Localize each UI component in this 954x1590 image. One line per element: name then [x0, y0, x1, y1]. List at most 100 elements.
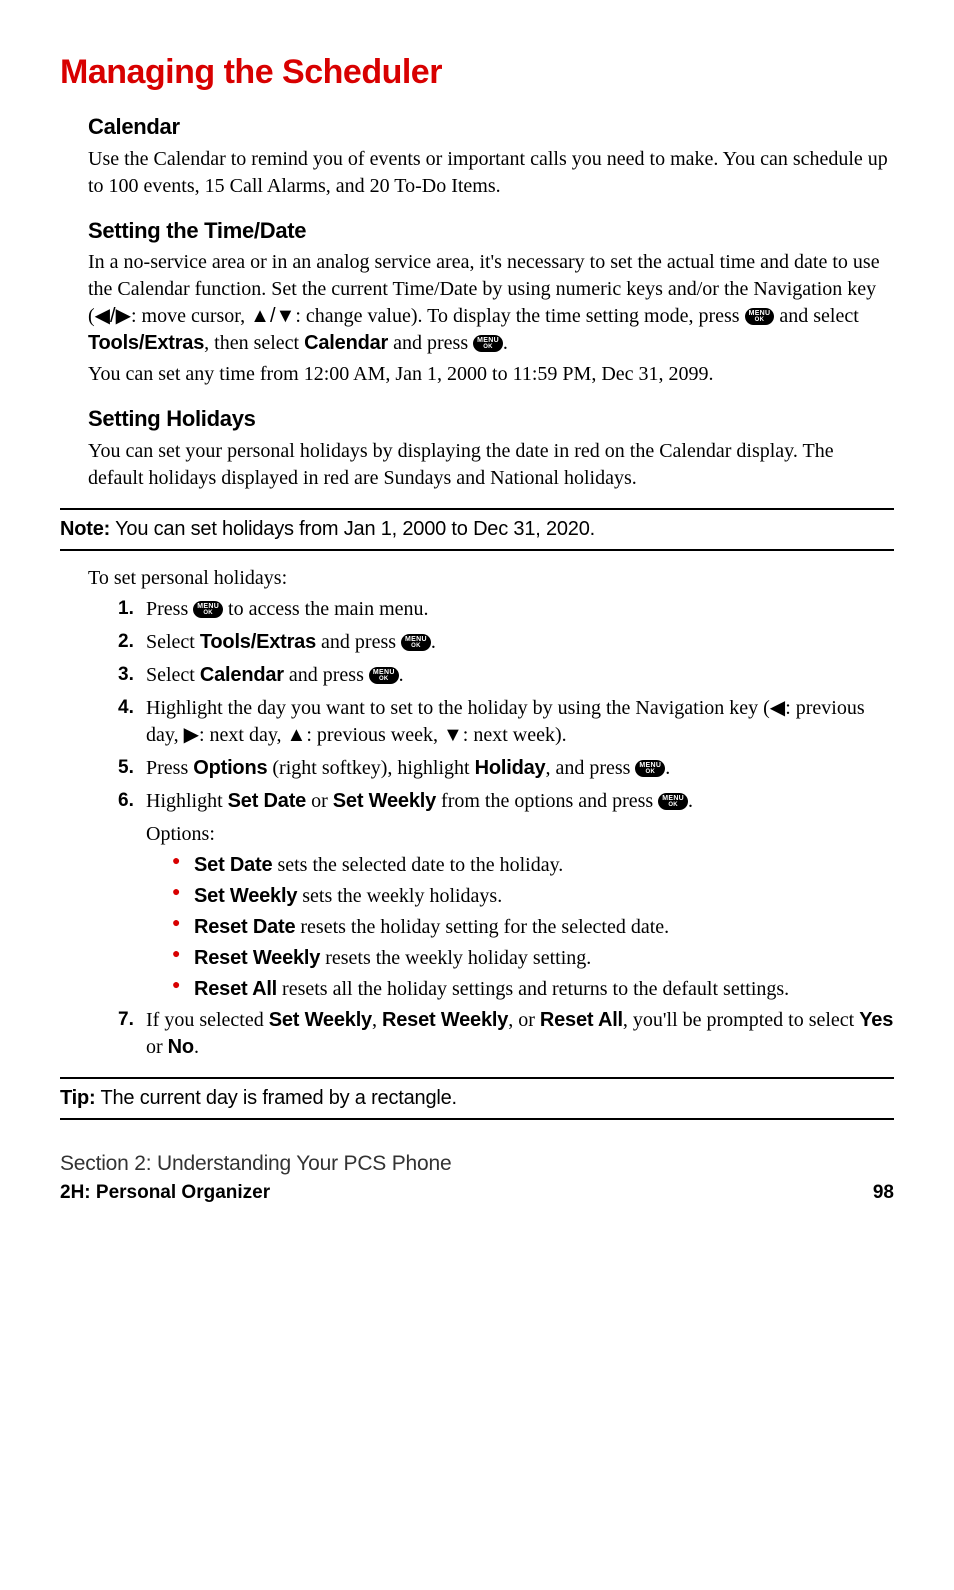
nav-down-icon: ▼	[443, 724, 463, 746]
options-heading: Options:	[146, 821, 894, 848]
text: .	[665, 757, 670, 779]
reset-weekly-label: Reset Weekly	[382, 1009, 508, 1031]
set-weekly-label: Set Weekly	[269, 1009, 372, 1031]
holiday-label: Holiday	[475, 757, 546, 779]
tip-box: Tip: The current day is framed by a rect…	[60, 1077, 894, 1120]
text: , or	[508, 1009, 540, 1031]
tip-text: The current day is framed by a rectangle…	[96, 1087, 457, 1109]
calendar-body: Use the Calendar to remind you of events…	[88, 146, 894, 200]
option-desc: sets the selected date to the holiday.	[272, 854, 563, 876]
nav-up-down-icon: ▲/▼	[250, 305, 295, 327]
text: .	[503, 332, 508, 354]
option-set-weekly: Set Weekly sets the weekly holidays.	[172, 883, 894, 910]
page-footer: Section 2: Understanding Your PCS Phone …	[60, 1150, 894, 1206]
text: .	[194, 1036, 199, 1058]
text: from the options and press	[436, 790, 658, 812]
text: Press	[146, 598, 193, 620]
text: and press	[388, 332, 473, 354]
text: .	[399, 664, 404, 686]
step-7: 7. If you selected Set Weekly, Reset Wee…	[118, 1007, 894, 1061]
menu-ok-key-icon: MENUOK	[193, 601, 223, 618]
nav-left-right-icon: ◀/▶	[95, 305, 131, 327]
text: , then select	[204, 332, 304, 354]
text: , and press	[545, 757, 635, 779]
menu-ok-key-icon: MENUOK	[369, 667, 399, 684]
calendar-heading: Calendar	[88, 112, 894, 142]
set-date-label: Set Date	[228, 790, 306, 812]
holidays-body: You can set your personal holidays by di…	[88, 438, 894, 492]
option-name: Set Date	[194, 854, 272, 876]
option-set-date: Set Date sets the selected date to the h…	[172, 852, 894, 879]
menu-ok-key-icon: MENUOK	[635, 760, 665, 777]
option-desc: resets the holiday setting for the selec…	[295, 916, 669, 938]
menu-ok-key-icon: MENUOK	[658, 793, 688, 810]
holidays-heading: Setting Holidays	[88, 404, 894, 434]
options-label: Options	[193, 757, 267, 779]
step-1: 1. Press MENUOK to access the main menu.	[118, 596, 894, 623]
calendar-label: Calendar	[304, 332, 388, 354]
option-desc: resets the weekly holiday setting.	[320, 947, 591, 969]
calendar-label: Calendar	[200, 664, 284, 686]
menu-ok-key-icon: MENUOK	[745, 308, 775, 325]
text: or	[146, 1036, 168, 1058]
note-text: You can set holidays from Jan 1, 2000 to…	[110, 518, 595, 540]
nav-up-icon: ▲	[287, 724, 307, 746]
step-2: 2. Select Tools/Extras and press MENUOK.	[118, 629, 894, 656]
no-label: No	[168, 1036, 194, 1058]
option-name: Reset Date	[194, 916, 295, 938]
text: : next day,	[199, 724, 287, 746]
text: (right softkey), highlight	[267, 757, 474, 779]
option-name: Set Weekly	[194, 885, 297, 907]
timedate-heading: Setting the Time/Date	[88, 216, 894, 246]
footer-section: Section 2: Understanding Your PCS Phone	[60, 1150, 894, 1178]
to-set-intro: To set personal holidays:	[88, 565, 894, 592]
step-3: 3. Select Calendar and press MENUOK.	[118, 662, 894, 689]
option-reset-date: Reset Date resets the holiday setting fo…	[172, 914, 894, 941]
option-reset-all: Reset All resets all the holiday setting…	[172, 976, 894, 1003]
reset-all-label: Reset All	[540, 1009, 623, 1031]
text: .	[431, 631, 436, 653]
step-5: 5. Press Options (right softkey), highli…	[118, 755, 894, 782]
nav-right-icon: ▶	[184, 724, 199, 746]
text: ,	[372, 1009, 382, 1031]
text: Select	[146, 631, 200, 653]
option-desc: sets the weekly holidays.	[297, 885, 502, 907]
note-label: Note:	[60, 518, 110, 540]
menu-ok-key-icon: MENUOK	[473, 335, 503, 352]
yes-label: Yes	[859, 1009, 893, 1031]
text: If you selected	[146, 1009, 269, 1031]
text: Highlight the day you want to set to the…	[146, 697, 770, 719]
tools-extras-label: Tools/Extras	[88, 332, 204, 354]
step-4: 4. Highlight the day you want to set to …	[118, 695, 894, 749]
text: Press	[146, 757, 193, 779]
nav-left-icon: ◀	[770, 697, 785, 719]
note-box: Note: You can set holidays from Jan 1, 2…	[60, 508, 894, 551]
option-name: Reset Weekly	[194, 947, 320, 969]
text: .	[688, 790, 693, 812]
text: or	[306, 790, 333, 812]
option-reset-weekly: Reset Weekly resets the weekly holiday s…	[172, 945, 894, 972]
page-title: Managing the Scheduler	[60, 50, 894, 96]
option-name: Reset All	[194, 978, 277, 1000]
text: : move cursor,	[131, 305, 250, 327]
text: : next week).	[463, 724, 567, 746]
page-number: 98	[873, 1180, 894, 1206]
text: and press	[284, 664, 369, 686]
text: to access the main menu.	[223, 598, 429, 620]
option-desc: resets all the holiday settings and retu…	[277, 978, 789, 1000]
text: : change value). To display the time set…	[295, 305, 744, 327]
footer-chapter: 2H: Personal Organizer	[60, 1180, 270, 1206]
tools-extras-label: Tools/Extras	[200, 631, 316, 653]
text: Select	[146, 664, 200, 686]
text: and select	[774, 305, 858, 327]
text: , you'll be prompted to select	[623, 1009, 859, 1031]
timedate-p2: You can set any time from 12:00 AM, Jan …	[88, 361, 894, 388]
timedate-p1: In a no-service area or in an analog ser…	[88, 249, 894, 357]
step-6: 6. Highlight Set Date or Set Weekly from…	[118, 788, 894, 815]
tip-label: Tip:	[60, 1087, 96, 1109]
text: Highlight	[146, 790, 228, 812]
set-weekly-label: Set Weekly	[333, 790, 436, 812]
text: and press	[316, 631, 401, 653]
text: : previous week,	[306, 724, 443, 746]
menu-ok-key-icon: MENUOK	[401, 634, 431, 651]
